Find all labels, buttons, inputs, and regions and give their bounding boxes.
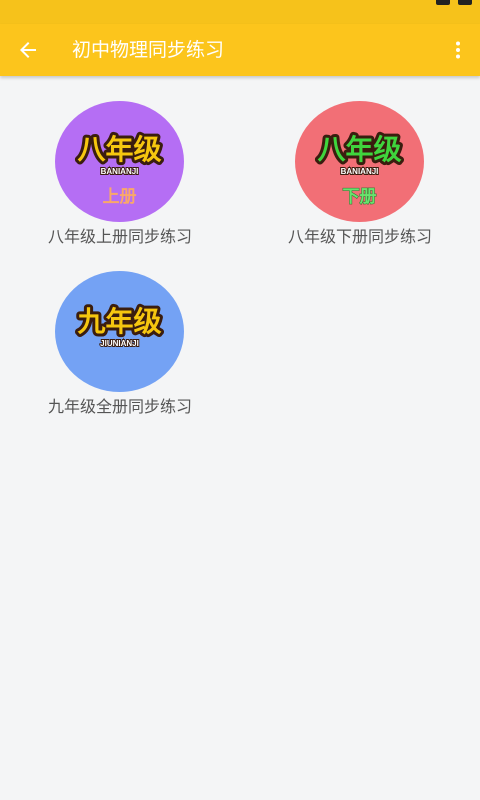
battery-icon	[458, 0, 472, 5]
grade-label: 八年级上册同步练习	[47, 227, 192, 246]
grade-badge: 八年级 BANIANJI 下册	[295, 101, 424, 222]
grade-tile-9-full[interactable]: 九年级 JIUNIANJI 九年级全册同步练习	[0, 246, 240, 416]
status-bar	[0, 0, 480, 24]
more-vertical-icon	[456, 41, 460, 59]
badge-volume: 上册	[103, 187, 137, 206]
back-button[interactable]	[8, 28, 48, 72]
badge-pinyin: BANIANJI	[341, 167, 379, 176]
badge-art: 九年级 JIUNIANJI	[55, 271, 184, 392]
grade-tile-8-second[interactable]: 八年级 BANIANJI 下册 八年级下册同步练习	[240, 76, 480, 246]
badge-title: 八年级	[77, 133, 161, 165]
status-icons	[436, 0, 472, 8]
grade-label: 九年级全册同步练习	[47, 397, 192, 416]
grade-tile-8-first[interactable]: 八年级 BANIANJI 上册 八年级上册同步练习	[0, 76, 240, 246]
badge-art: 八年级 BANIANJI 上册	[55, 101, 184, 222]
grade-badge: 九年级 JIUNIANJI	[55, 271, 184, 392]
grade-badge: 八年级 BANIANJI 上册	[55, 101, 184, 222]
badge-art: 八年级 BANIANJI 下册	[295, 101, 424, 222]
app-bar: 初中物理同步练习	[0, 24, 480, 76]
badge-pinyin: BANIANJI	[101, 167, 139, 176]
signal-icon	[436, 0, 450, 5]
more-options-button[interactable]	[442, 28, 474, 72]
badge-title: 九年级	[77, 305, 161, 337]
badge-title: 八年级	[317, 133, 401, 165]
badge-volume: 下册	[343, 187, 377, 206]
arrow-left-icon	[20, 42, 36, 58]
badge-pinyin: JIUNIANJI	[100, 339, 139, 348]
page-title: 初中物理同步练习	[72, 39, 225, 61]
grade-label: 八年级下册同步练习	[287, 227, 432, 246]
